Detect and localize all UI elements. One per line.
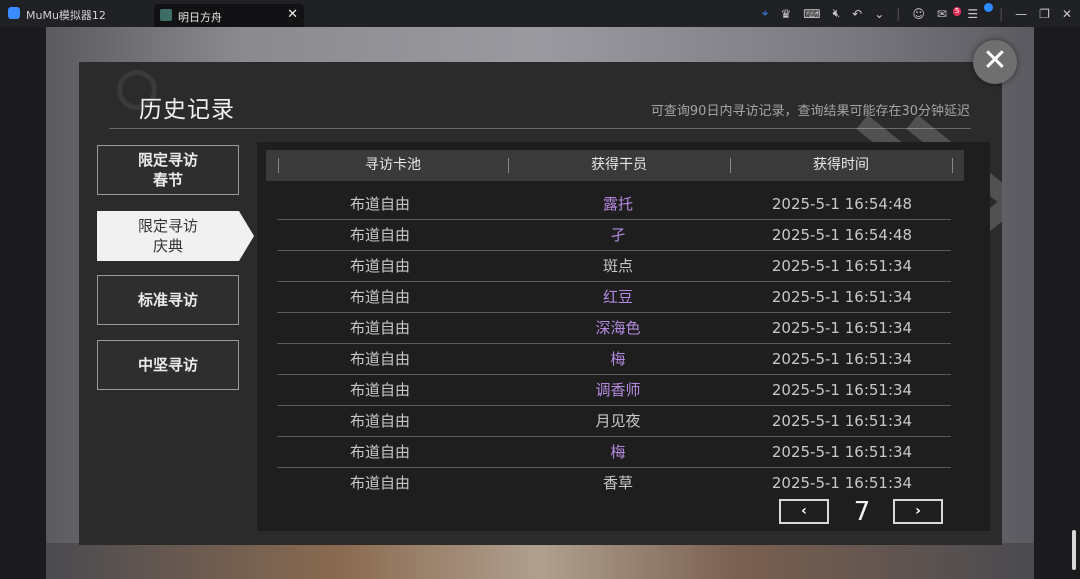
emulator-titlebar: MuMu模拟器12 明日方舟 ✕ ⌖ ♛ ⌨ 🔇︎ ↶ ⌄ | ☺ ✉ 5 ☰ |… xyxy=(0,0,1080,27)
pool-cell: 布道自由 xyxy=(349,226,410,244)
table-row: 布道自由 香草 2025-5-1 16:51:34 xyxy=(277,468,951,499)
pool-tab-standard[interactable]: 标准寻访 xyxy=(97,275,239,325)
minimize-icon[interactable]: — xyxy=(1015,7,1027,21)
close-window-icon[interactable]: ✕ xyxy=(1062,7,1072,21)
maximize-icon[interactable]: ❐ xyxy=(1039,7,1050,21)
gamepad-icon[interactable]: ⌖ xyxy=(762,6,769,21)
operator-cell: 斑点 xyxy=(602,257,633,275)
operator-cell: 深海色 xyxy=(595,319,641,337)
pool-cell: 布道自由 xyxy=(349,319,410,337)
undo-icon[interactable]: ↶ xyxy=(852,7,862,21)
table-row: 布道自由 深海色 2025-5-1 16:51:34 xyxy=(277,313,951,344)
pool-cell: 布道自由 xyxy=(349,195,410,213)
operator-cell: 梅 xyxy=(610,350,626,368)
table-row: 布道自由 梅 2025-5-1 16:51:34 xyxy=(277,437,951,468)
table-row: 布道自由 红豆 2025-5-1 16:51:34 xyxy=(277,282,951,313)
mail-badge: 5 xyxy=(952,6,962,16)
divider: | xyxy=(999,6,1004,21)
operator-cell: 香草 xyxy=(602,474,633,492)
page-title: 历史记录 xyxy=(139,97,235,123)
keyboard-icon[interactable]: ⌨ xyxy=(803,7,820,21)
time-cell: 2025-5-1 16:51:34 xyxy=(771,443,913,461)
operator-cell: 调香师 xyxy=(595,381,641,399)
tab-title: 明日方舟 xyxy=(178,11,222,24)
table-row: 布道自由 孑 2025-5-1 16:54:48 xyxy=(277,220,951,251)
chevron-down-icon[interactable]: ⌄ xyxy=(874,7,884,21)
operator-cell: 孑 xyxy=(610,226,626,244)
pool-cell: 布道自由 xyxy=(349,443,410,461)
header-operator: 获得干员 xyxy=(591,157,647,173)
scrollbar[interactable] xyxy=(1072,530,1076,570)
operator-cell: 月见夜 xyxy=(595,412,641,430)
update-badge-icon xyxy=(984,2,994,12)
operator-cell: 露托 xyxy=(602,195,633,213)
pool-tab-core[interactable]: 中坚寻访 xyxy=(97,340,239,390)
time-cell: 2025-5-1 16:51:34 xyxy=(771,257,913,275)
pool-cell: 布道自由 xyxy=(349,257,410,275)
mute-icon[interactable]: 🔇︎ xyxy=(833,6,841,21)
menu-icon[interactable]: ☰ xyxy=(967,2,994,21)
time-cell: 2025-5-1 16:51:34 xyxy=(771,288,913,306)
header-time: 获得时间 xyxy=(813,157,869,173)
time-cell: 2025-5-1 16:54:48 xyxy=(771,195,913,213)
backdrop-blur xyxy=(46,543,1034,579)
close-button[interactable]: ✕ xyxy=(973,40,1017,84)
next-page-button[interactable]: › xyxy=(893,499,943,524)
time-cell: 2025-5-1 16:51:34 xyxy=(771,412,913,430)
table-row: 布道自由 梅 2025-5-1 16:51:34 xyxy=(277,344,951,375)
app-name: MuMu模拟器12 xyxy=(26,9,106,22)
header-divider xyxy=(952,158,953,173)
page-number: 7 xyxy=(853,497,871,527)
tab-arknights[interactable]: 明日方舟 ✕ xyxy=(154,4,304,27)
operator-cell: 红豆 xyxy=(602,288,633,306)
crown-icon[interactable]: ♛ xyxy=(780,7,791,21)
tab-close-icon[interactable]: ✕ xyxy=(287,7,298,22)
user-icon[interactable]: ☺ xyxy=(912,7,925,21)
table-row: 布道自由 斑点 2025-5-1 16:51:34 xyxy=(277,251,951,282)
pool-tab-spring-festival[interactable]: 限定寻访 春节 xyxy=(97,145,239,195)
table-row: 布道自由 月见夜 2025-5-1 16:51:34 xyxy=(277,406,951,437)
pool-cell: 布道自由 xyxy=(349,474,410,492)
mail-icon[interactable]: ✉ 5 xyxy=(937,6,962,21)
time-cell: 2025-5-1 16:51:34 xyxy=(771,319,913,337)
time-cell: 2025-5-1 16:54:48 xyxy=(771,226,913,244)
records-table: 寻访卡池 获得干员 获得时间 布道自由 露托 2025-5-1 16:54:48 布道… xyxy=(257,142,990,531)
table-header: 寻访卡池 获得干员 获得时间 xyxy=(266,150,964,181)
pool-cell: 布道自由 xyxy=(349,412,410,430)
pool-cell: 布道自由 xyxy=(349,350,410,368)
time-cell: 2025-5-1 16:51:34 xyxy=(771,381,913,399)
divider: | xyxy=(896,6,901,21)
pool-cell: 布道自由 xyxy=(349,288,410,306)
table-row: 布道自由 调香师 2025-5-1 16:51:34 xyxy=(277,375,951,406)
pool-cell: 布道自由 xyxy=(349,381,410,399)
time-cell: 2025-5-1 16:51:34 xyxy=(771,350,913,368)
mumu-logo-icon xyxy=(8,7,20,19)
operator-cell: 梅 xyxy=(610,443,626,461)
header-pool: 寻访卡池 xyxy=(365,157,421,173)
table-row: 布道自由 露托 2025-5-1 16:54:48 xyxy=(277,189,951,220)
arknights-icon xyxy=(160,9,172,21)
prev-page-button[interactable]: ‹ xyxy=(779,499,829,524)
time-cell: 2025-5-1 16:51:34 xyxy=(771,474,913,492)
toolbar-icons: ⌖ ♛ ⌨ 🔇︎ ↶ ⌄ | ☺ ✉ 5 ☰ | — ❐ ✕ xyxy=(762,0,1072,27)
pool-tab-celebration[interactable]: 限定寻访 庆典 xyxy=(97,211,254,261)
